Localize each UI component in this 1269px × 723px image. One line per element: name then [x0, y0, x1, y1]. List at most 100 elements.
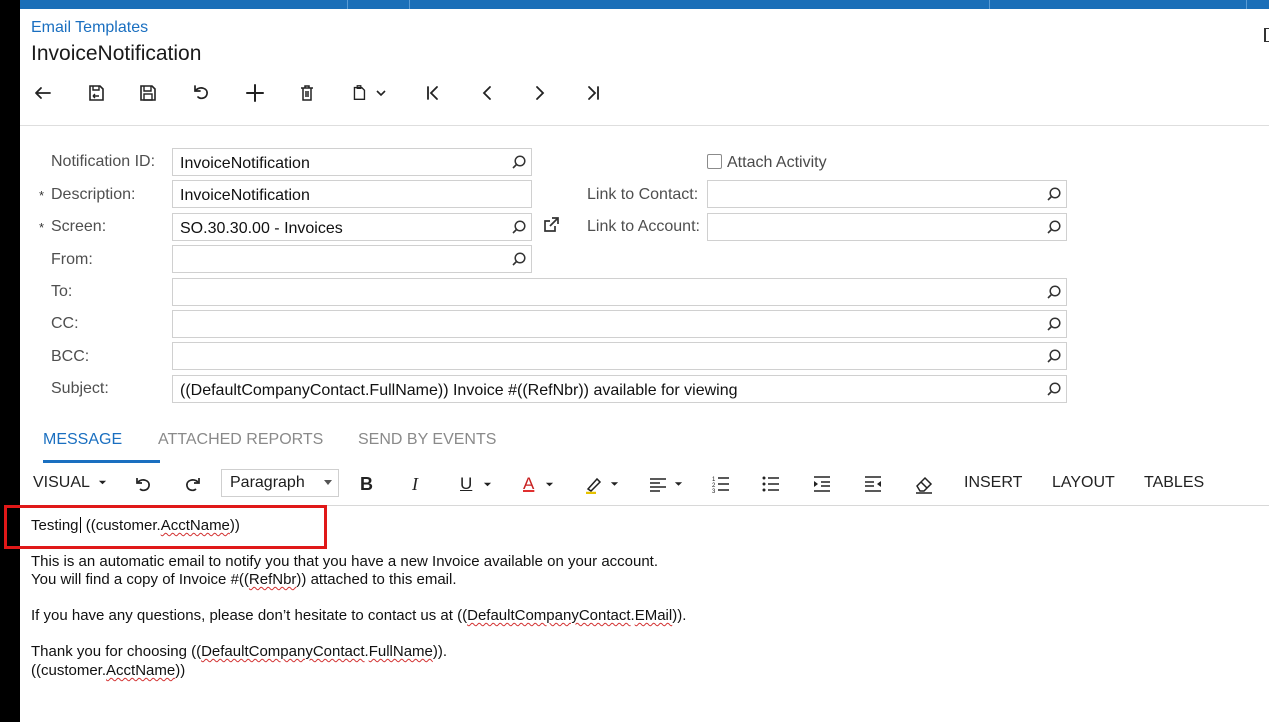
link-to-account-label: Link to Account:	[587, 218, 700, 235]
unordered-list-button[interactable]	[761, 473, 781, 495]
message-text: ))	[175, 662, 186, 679]
search-icon[interactable]	[1046, 381, 1062, 397]
cc-field[interactable]	[172, 310, 1067, 338]
bcc-field[interactable]	[172, 342, 1067, 370]
message-line: ((customer.AcctName))	[31, 662, 185, 679]
description-field[interactable]: InvoiceNotification	[172, 180, 532, 208]
next-record-button[interactable]	[521, 76, 559, 110]
topbar-divider	[989, 0, 990, 9]
paragraph-style-value: Paragraph	[230, 474, 305, 491]
screen-field[interactable]: SO.30.30.00 - Invoices	[172, 213, 532, 241]
search-icon[interactable]	[1046, 219, 1062, 235]
chevron-down-icon	[376, 90, 386, 97]
notification-id-field[interactable]: InvoiceNotification	[172, 148, 532, 176]
caret-down-icon	[483, 482, 491, 487]
message-line: You will find a copy of Invoice #((RefNb…	[31, 571, 457, 588]
search-icon[interactable]	[511, 251, 527, 267]
italic-button[interactable]: I	[412, 474, 418, 495]
font-color-label: A	[523, 474, 535, 493]
previous-record-button[interactable]	[468, 76, 506, 110]
notification-id-label: Notification ID:	[51, 153, 156, 170]
link-to-account-field[interactable]	[707, 213, 1067, 241]
visual-mode-dropdown[interactable]: VISUAL	[33, 474, 107, 492]
cc-label: CC:	[51, 315, 79, 332]
search-icon[interactable]	[511, 154, 527, 170]
editor-redo-button[interactable]	[182, 473, 204, 495]
add-icon	[246, 84, 264, 102]
topbar-divider	[409, 0, 410, 9]
outdent-button[interactable]	[863, 473, 883, 495]
notification-id-value: InvoiceNotification	[180, 155, 310, 172]
screen-label: Screen:	[51, 218, 107, 235]
caret-down-icon	[545, 482, 553, 487]
from-field[interactable]	[172, 245, 532, 273]
search-icon[interactable]	[1046, 316, 1062, 332]
breadcrumb[interactable]: Email Templates	[31, 19, 148, 37]
search-icon[interactable]	[1046, 348, 1062, 364]
message-line: Thank you for choosing ((DefaultCompanyC…	[31, 643, 447, 660]
underline-button[interactable]: U	[460, 474, 492, 494]
tables-menu[interactable]: TABLES	[1144, 474, 1204, 492]
message-line: Testing ((customer.AcctName))	[31, 517, 240, 534]
to-label: To:	[51, 283, 73, 300]
caret-down-icon	[324, 480, 332, 485]
save-and-close-button[interactable]	[77, 76, 115, 110]
required-marker: *	[39, 220, 45, 235]
placeholder-field: AcctName	[106, 662, 176, 679]
undo-icon	[136, 478, 150, 492]
message-text: ((customer.	[31, 662, 107, 679]
first-record-button[interactable]	[414, 76, 452, 110]
editor-toolbar: VISUAL Paragraph B I U A 123 INSERT LAYO…	[20, 463, 1269, 506]
delete-icon	[301, 85, 313, 101]
bold-button[interactable]: B	[360, 474, 373, 495]
message-text: )).	[672, 607, 687, 624]
clear-formatting-button[interactable]	[914, 473, 934, 495]
search-icon[interactable]	[1046, 186, 1062, 202]
align-button[interactable]	[648, 473, 683, 495]
layout-menu[interactable]: LAYOUT	[1052, 474, 1115, 492]
message-text: You will find a copy of Invoice #((	[31, 571, 249, 588]
add-button[interactable]	[236, 76, 274, 110]
highlight-color-button[interactable]	[584, 473, 619, 495]
ordered-list-icon: 123	[712, 477, 729, 494]
tab-attached-reports[interactable]: ATTACHED REPORTS	[158, 431, 323, 449]
search-icon[interactable]	[1046, 284, 1062, 300]
external-link-icon[interactable]	[542, 216, 560, 234]
back-button[interactable]	[24, 76, 62, 110]
message-text: )).	[432, 643, 448, 660]
last-record-button[interactable]	[574, 76, 612, 110]
tab-send-by-events[interactable]: SEND BY EVENTS	[358, 431, 496, 449]
to-field[interactable]	[172, 278, 1067, 306]
description-label: Description:	[51, 186, 136, 203]
attach-activity-checkbox[interactable]	[707, 154, 722, 169]
next-record-icon	[536, 86, 545, 100]
record-toolbar	[22, 76, 662, 110]
link-to-contact-field[interactable]	[707, 180, 1067, 208]
tab-bar: MESSAGE ATTACHED REPORTS SEND BY EVENTS	[20, 425, 1269, 464]
delete-button[interactable]	[288, 76, 326, 110]
placeholder-field: DefaultCompanyContact	[201, 643, 365, 660]
topbar-divider	[347, 0, 348, 9]
paragraph-style-select[interactable]: Paragraph	[221, 469, 339, 497]
search-icon[interactable]	[511, 219, 527, 235]
editor-undo-button[interactable]	[132, 473, 154, 495]
ordered-list-button[interactable]: 123	[711, 473, 731, 495]
panel-toggle-icon[interactable]	[1264, 28, 1269, 42]
text-cursor	[79, 517, 81, 533]
message-text: Testing	[31, 517, 79, 534]
placeholder-field: RefNbr	[248, 571, 297, 588]
required-marker: *	[39, 188, 45, 203]
insert-menu[interactable]: INSERT	[964, 474, 1022, 492]
tab-message[interactable]: MESSAGE	[43, 431, 122, 449]
placeholder-field: DefaultCompanyContact	[467, 607, 631, 624]
copy-paste-button[interactable]	[340, 76, 396, 110]
font-color-button[interactable]: A	[523, 474, 554, 494]
subject-field[interactable]: ((DefaultCompanyContact.FullName)) Invoi…	[172, 375, 1067, 403]
save-button[interactable]	[129, 76, 167, 110]
previous-record-icon	[482, 86, 491, 100]
link-to-contact-label: Link to Contact:	[587, 186, 699, 203]
cancel-button[interactable]	[182, 76, 220, 110]
indent-button[interactable]	[812, 473, 832, 495]
caret-down-icon	[98, 480, 106, 485]
last-record-icon	[588, 86, 599, 100]
